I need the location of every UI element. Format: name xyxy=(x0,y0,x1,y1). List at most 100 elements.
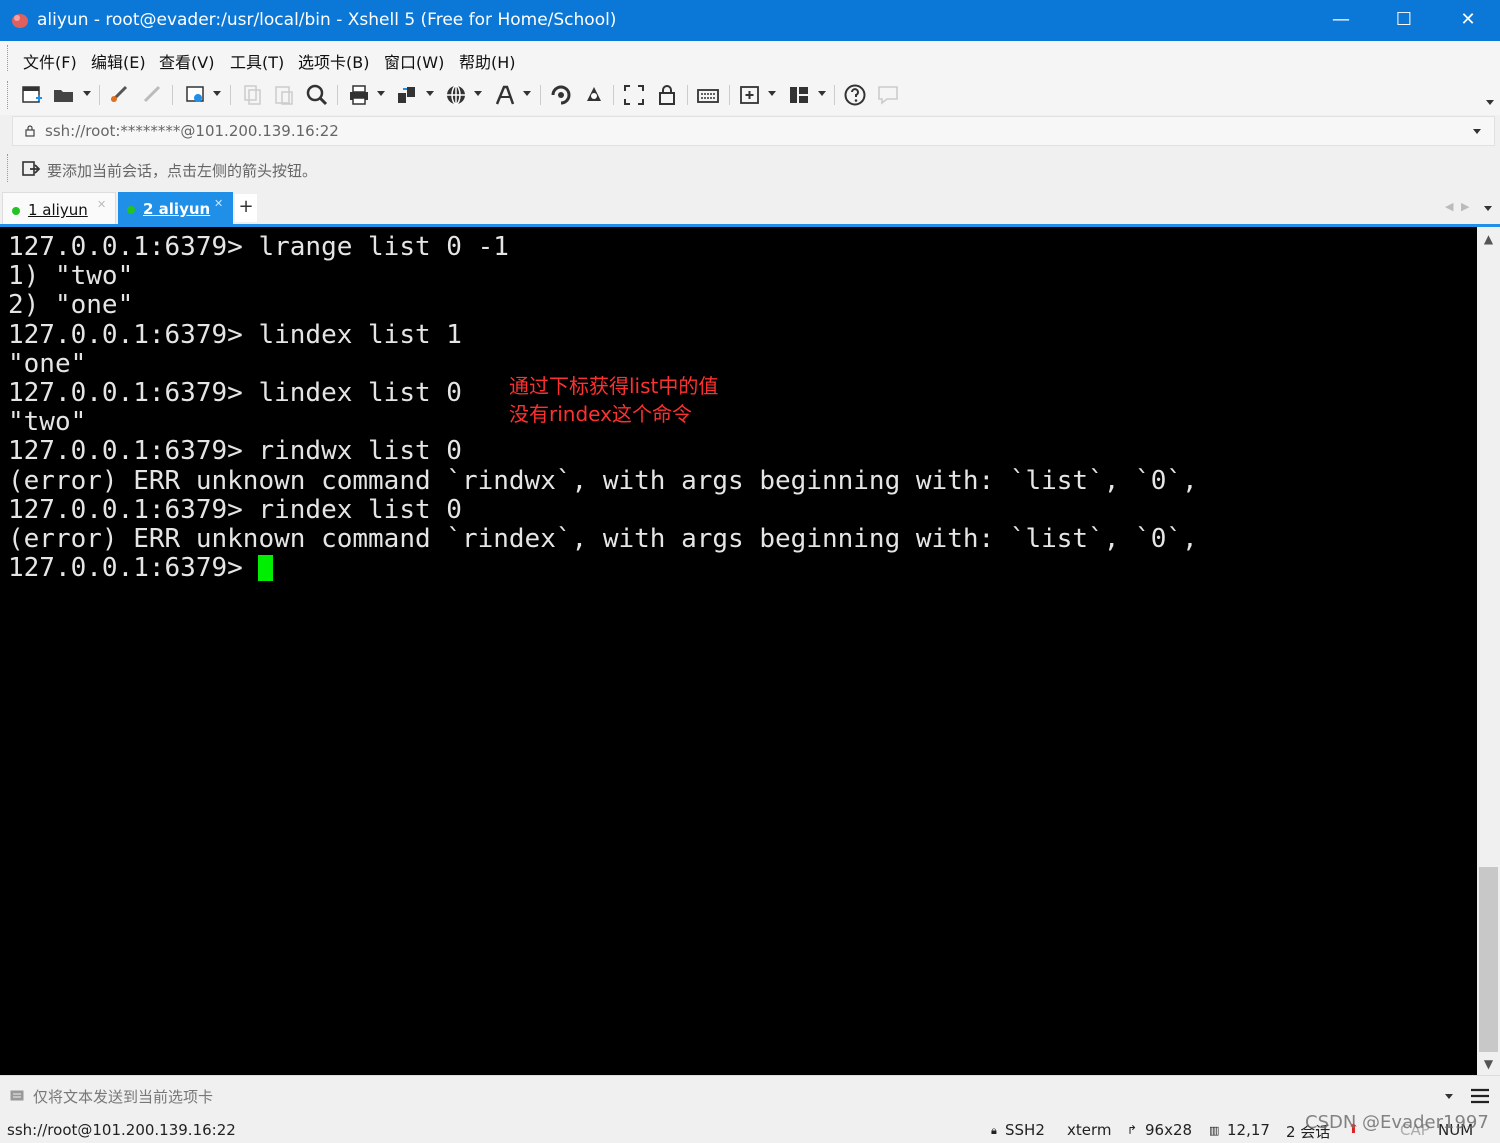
font-dropdown-icon[interactable] xyxy=(523,91,531,96)
tab-1-aliyun[interactable]: 1 aliyun ✕ xyxy=(2,192,116,226)
scroll-up-icon[interactable]: ▲ xyxy=(1477,227,1500,251)
add-tab-icon[interactable] xyxy=(738,83,762,107)
address-input[interactable]: ssh://root:********@101.200.139.16:22 xyxy=(45,122,339,140)
address-dropdown-icon[interactable] xyxy=(1473,129,1481,134)
chat-icon[interactable] xyxy=(876,83,900,107)
menu-tools[interactable]: 工具(T) xyxy=(230,49,284,73)
compose-dropdown-icon[interactable] xyxy=(1445,1094,1453,1099)
menu-file[interactable]: 文件(F) xyxy=(23,49,77,73)
status-lock-icon: 🔒︎ xyxy=(991,1124,997,1137)
menu-tabs[interactable]: 选项卡(B) xyxy=(298,49,369,73)
address-lock-icon xyxy=(25,125,35,137)
open-folder-icon[interactable] xyxy=(52,83,76,107)
terminal-line: (error) ERR unknown command `rindwx`, wi… xyxy=(8,465,1198,496)
window-title: aliyun - root@evader:/usr/local/bin - Xs… xyxy=(37,10,617,30)
font-icon[interactable] xyxy=(493,83,517,107)
new-tab-button[interactable]: + xyxy=(235,194,257,222)
lock-icon[interactable] xyxy=(655,83,679,107)
status-size-icon: ↱ xyxy=(1127,1123,1138,1137)
layout-dropdown-icon[interactable] xyxy=(818,91,826,96)
add-session-arrow-icon[interactable] xyxy=(22,160,40,178)
toolbar-overflow-icon[interactable] xyxy=(1486,100,1494,105)
fullscreen-icon[interactable] xyxy=(622,83,646,107)
connected-status-icon xyxy=(12,207,20,215)
tab-2-aliyun[interactable]: 2 aliyun ✕ xyxy=(118,192,233,226)
terminal-prompt-line: 127.0.0.1:6379> xyxy=(8,553,1198,584)
menu-window[interactable]: 窗口(W) xyxy=(384,49,444,73)
infobar-grip[interactable] xyxy=(7,154,9,182)
toolbar-separator xyxy=(99,85,100,105)
title-bar: aliyun - root@evader:/usr/local/bin - Xs… xyxy=(0,0,1500,41)
xshell-logo-icon xyxy=(12,14,28,28)
info-text: 要添加当前会话，点击左侧的箭头按钮。 xyxy=(47,162,318,180)
tab-next-icon[interactable]: ▶ xyxy=(1461,200,1469,213)
tab-prev-icon[interactable]: ◀ xyxy=(1445,200,1453,213)
globe-icon[interactable] xyxy=(444,83,468,107)
tab-label: 2 aliyun xyxy=(143,200,211,218)
compose-bar: 仅将文本发送到当前选项卡 xyxy=(0,1075,1500,1113)
tab-list-dropdown-icon[interactable] xyxy=(1484,206,1492,211)
properties-dropdown-icon[interactable] xyxy=(213,91,221,96)
status-connection: ssh://root@101.200.139.16:22 xyxy=(7,1121,236,1139)
terminal-line: 127.0.0.1:6379> lindex list 1 xyxy=(8,319,462,350)
print-dropdown-icon[interactable] xyxy=(377,91,385,96)
close-button[interactable]: ✕ xyxy=(1436,0,1500,41)
terminal-scrollbar[interactable]: ▲ ▼ xyxy=(1477,227,1500,1075)
transfer-dropdown-icon[interactable] xyxy=(426,91,434,96)
toolbar-separator xyxy=(172,85,173,105)
address-bar[interactable]: ssh://root:********@101.200.139.16:22 xyxy=(12,116,1495,146)
properties-icon[interactable] xyxy=(184,83,208,107)
toolbar-separator xyxy=(834,85,835,105)
menu-help[interactable]: 帮助(H) xyxy=(459,49,516,73)
connected-status-icon xyxy=(127,206,135,214)
scroll-down-icon[interactable]: ▼ xyxy=(1477,1053,1500,1075)
annotation-line: 没有rindex这个命令 xyxy=(509,402,692,426)
terminal-screen[interactable]: 127.0.0.1:6379> lrange list 0 -1 1) "two… xyxy=(0,227,1477,1075)
toolbar-separator xyxy=(230,85,231,105)
toolbar-separator xyxy=(687,85,688,105)
open-dropdown-icon[interactable] xyxy=(83,91,91,96)
terminal-line: 127.0.0.1:6379> rindwx list 0 xyxy=(8,436,462,467)
annotation-line: 通过下标获得list中的值 xyxy=(509,374,719,398)
paste-icon[interactable] xyxy=(272,83,296,107)
compose-input[interactable]: 仅将文本发送到当前选项卡 xyxy=(33,1086,213,1107)
toolbar-separator xyxy=(729,85,730,105)
keyboard-icon[interactable] xyxy=(696,83,720,107)
watermark: CSDN @Evader1997 xyxy=(1305,1112,1489,1133)
hamburger-menu-icon[interactable] xyxy=(1470,1088,1490,1104)
globe-dropdown-icon[interactable] xyxy=(474,91,482,96)
menu-view[interactable]: 查看(V) xyxy=(159,49,214,73)
tab-bar: 1 aliyun ✕ 2 aliyun ✕ + ◀ ▶ xyxy=(0,190,1500,226)
disconnect-icon[interactable] xyxy=(141,83,165,107)
transfer-icon[interactable] xyxy=(395,83,419,107)
toolbar xyxy=(0,75,1500,115)
maximize-button[interactable]: ☐ xyxy=(1372,0,1436,41)
find-icon[interactable] xyxy=(305,83,329,107)
terminal-prompt: 127.0.0.1:6379> xyxy=(8,553,259,584)
status-protocol: SSH2 xyxy=(1005,1121,1045,1139)
xmanager-icon[interactable] xyxy=(582,83,606,107)
print-icon[interactable] xyxy=(347,83,371,107)
reconnect-icon[interactable] xyxy=(108,83,132,107)
add-tab-dropdown-icon[interactable] xyxy=(768,91,776,96)
toolbar-separator xyxy=(337,85,338,105)
terminal-line: 2) "one" xyxy=(8,290,134,321)
toolbar-separator xyxy=(540,85,541,105)
help-icon[interactable] xyxy=(843,83,867,107)
xftp-icon[interactable] xyxy=(549,83,573,107)
status-terminal-type: xterm xyxy=(1067,1121,1112,1139)
toolbar-grip[interactable] xyxy=(7,81,9,109)
status-size: 96x28 xyxy=(1145,1121,1193,1139)
minimize-button[interactable]: — xyxy=(1309,0,1373,41)
copy-icon[interactable] xyxy=(240,83,264,107)
status-cursor-position: 12,17 xyxy=(1227,1121,1270,1139)
layout-icon[interactable] xyxy=(787,83,811,107)
menu-grip[interactable] xyxy=(7,45,9,71)
new-session-icon[interactable] xyxy=(20,83,44,107)
terminal-line: 1) "two" xyxy=(8,261,134,292)
tab-close-icon[interactable]: ✕ xyxy=(97,198,106,211)
menu-edit[interactable]: 编辑(E) xyxy=(91,49,146,73)
scrollbar-thumb[interactable] xyxy=(1479,867,1498,1052)
menu-bar: 文件(F) 编辑(E) 查看(V) 工具(T) 选项卡(B) 窗口(W) 帮助(… xyxy=(0,41,1500,75)
tab-close-icon[interactable]: ✕ xyxy=(214,197,223,210)
